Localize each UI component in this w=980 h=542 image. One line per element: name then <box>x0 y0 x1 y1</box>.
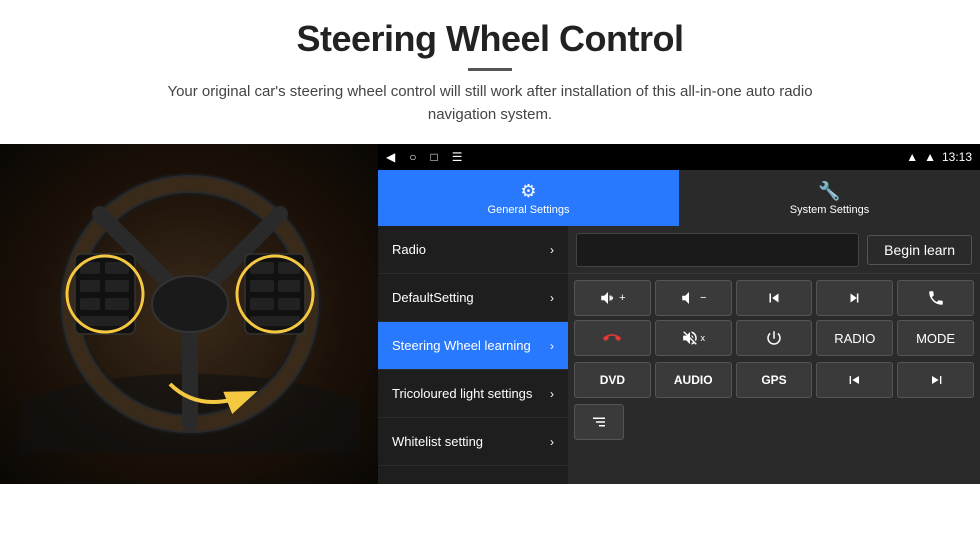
dvd-next-button[interactable] <box>897 362 974 398</box>
tab-system-label: System Settings <box>790 204 869 216</box>
dvd-prev-icon <box>845 372 865 388</box>
car-image-bg <box>0 144 378 484</box>
radio-label: RADIO <box>834 331 875 346</box>
right-panel: Begin learn + − <box>568 226 980 484</box>
dvd-next-icon <box>926 372 946 388</box>
phone-icon <box>927 289 945 307</box>
back-icon[interactable]: ◀ <box>386 150 395 164</box>
menu-chevron-steering: › <box>550 339 554 353</box>
menu-icon[interactable]: ☰ <box>452 150 463 164</box>
status-bar: ◀ ○ □ ☰ ▲ ▲ 13:13 <box>378 144 980 170</box>
extra-button[interactable] <box>574 404 624 440</box>
tab-general-label: General Settings <box>488 204 570 216</box>
gps-button[interactable]: GPS <box>736 362 813 398</box>
android-ui: ◀ ○ □ ☰ ▲ ▲ 13:13 ⚙ General Settings <box>378 144 980 484</box>
tab-bar: ⚙ General Settings 🔧 System Settings <box>378 170 980 226</box>
extra-icon <box>590 413 608 431</box>
menu-item-steering-label: Steering Wheel learning <box>392 338 531 353</box>
radio-button[interactable]: RADIO <box>816 320 893 356</box>
next-track-button[interactable] <box>816 280 893 316</box>
vol-up-label: + <box>619 292 625 304</box>
next-track-icon <box>846 289 864 307</box>
clock: 13:13 <box>942 150 972 164</box>
menu-item-tricoloured[interactable]: Tricoloured light settings › <box>378 370 568 418</box>
audio-button[interactable]: AUDIO <box>655 362 732 398</box>
mode-button[interactable]: MODE <box>897 320 974 356</box>
begin-learn-button[interactable]: Begin learn <box>867 235 972 265</box>
system-settings-icon: 🔧 <box>818 181 840 202</box>
title-divider <box>468 68 512 71</box>
vol-up-icon <box>599 289 617 307</box>
menu-item-steering[interactable]: Steering Wheel learning › <box>378 322 568 370</box>
left-menu: Radio › DefaultSetting › Steering Wheel … <box>378 226 568 484</box>
recents-icon[interactable]: □ <box>430 150 437 164</box>
status-bar-right: ▲ ▲ 13:13 <box>906 150 972 164</box>
prev-track-icon <box>765 289 783 307</box>
menu-chevron-radio: › <box>550 243 554 257</box>
header-section: Steering Wheel Control Your original car… <box>0 0 980 136</box>
mute-icon <box>681 329 699 347</box>
tab-general-settings[interactable]: ⚙ General Settings <box>378 170 679 226</box>
menu-item-default[interactable]: DefaultSetting › <box>378 274 568 322</box>
power-icon <box>765 329 783 347</box>
vol-down-button[interactable]: − <box>655 280 732 316</box>
control-grid: + − <box>568 274 980 362</box>
signal-icon: ▲ <box>924 150 936 164</box>
extra-row <box>568 404 980 446</box>
mute-button[interactable]: x <box>655 320 732 356</box>
phone-button[interactable] <box>897 280 974 316</box>
page-container: Steering Wheel Control Your original car… <box>0 0 980 542</box>
begin-learn-row: Begin learn <box>568 226 980 274</box>
subtitle: Your original car's steering wheel contr… <box>150 81 830 126</box>
bottom-control-row: DVD AUDIO GPS <box>568 362 980 404</box>
menu-item-radio[interactable]: Radio › <box>378 226 568 274</box>
menu-chevron-whitelist: › <box>550 435 554 449</box>
menu-chevron-default: › <box>550 291 554 305</box>
menu-chevron-tricoloured: › <box>550 387 554 401</box>
prev-track-button[interactable] <box>736 280 813 316</box>
dvd-button[interactable]: DVD <box>574 362 651 398</box>
wifi-icon: ▲ <box>906 150 918 164</box>
main-content-row: Radio › DefaultSetting › Steering Wheel … <box>378 226 980 484</box>
power-button[interactable] <box>736 320 813 356</box>
hangup-button[interactable] <box>574 320 651 356</box>
tab-system-settings[interactable]: 🔧 System Settings <box>679 170 980 226</box>
home-icon[interactable]: ○ <box>409 150 416 164</box>
vol-down-label: − <box>700 292 706 304</box>
learn-input[interactable] <box>576 233 859 267</box>
steering-wheel-svg <box>20 154 360 454</box>
menu-item-whitelist-label: Whitelist setting <box>392 434 483 449</box>
mute-x-label: x <box>700 333 705 343</box>
general-settings-icon: ⚙ <box>520 181 536 202</box>
vol-down-icon <box>680 289 698 307</box>
vol-up-button[interactable]: + <box>574 280 651 316</box>
status-bar-nav: ◀ ○ □ ☰ <box>386 150 463 164</box>
dvd-prev-button[interactable] <box>816 362 893 398</box>
car-image <box>0 144 378 484</box>
menu-item-default-label: DefaultSetting <box>392 290 474 305</box>
menu-item-tricoloured-label: Tricoloured light settings <box>392 386 532 401</box>
mode-label: MODE <box>916 331 955 346</box>
page-title: Steering Wheel Control <box>20 18 960 60</box>
menu-item-whitelist[interactable]: Whitelist setting › <box>378 418 568 466</box>
content-area: ◀ ○ □ ☰ ▲ ▲ 13:13 ⚙ General Settings <box>0 144 980 542</box>
menu-item-radio-label: Radio <box>392 242 426 257</box>
hangup-icon <box>603 329 621 347</box>
